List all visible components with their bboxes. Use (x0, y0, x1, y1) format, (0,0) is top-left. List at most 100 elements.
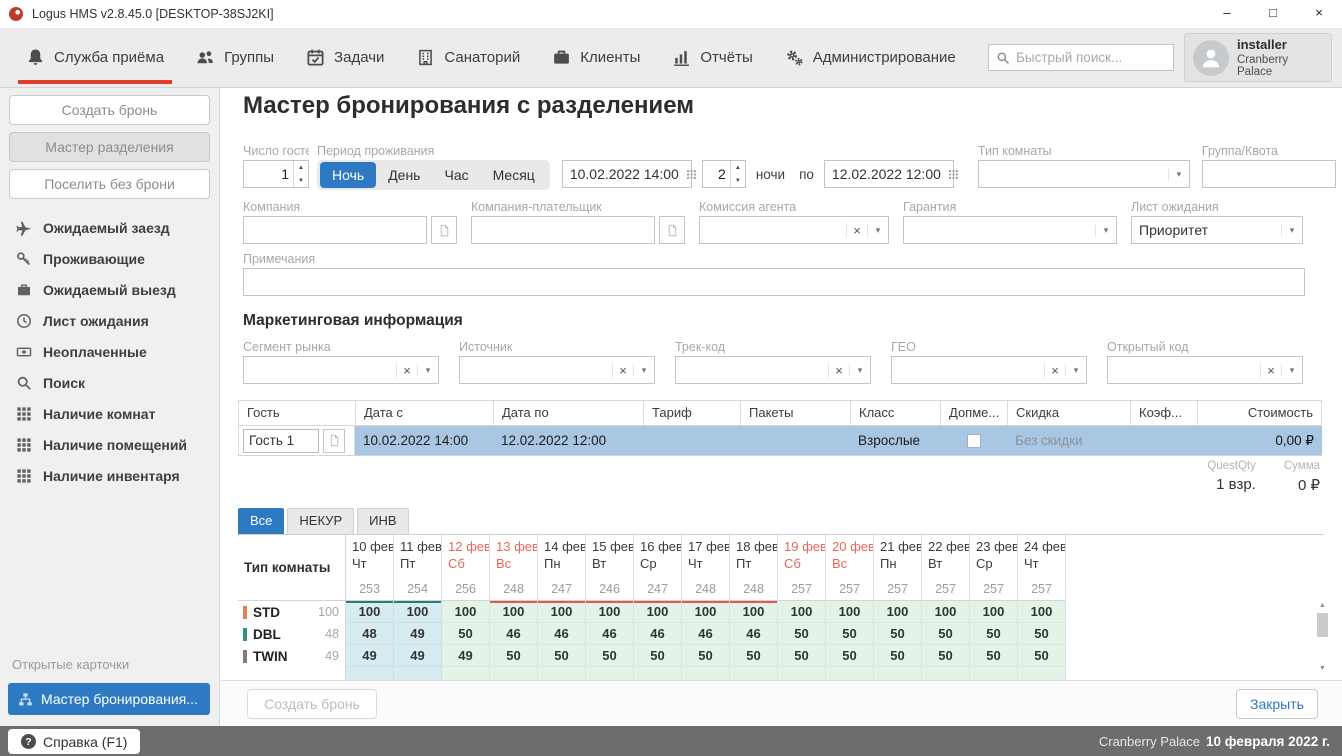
quick-search[interactable] (988, 44, 1174, 71)
nav-item-5[interactable]: Клиенты (536, 28, 656, 87)
marketing-combo-2[interactable]: ×▾ (459, 356, 655, 384)
close-wizard-button[interactable]: Закрыть (1236, 689, 1318, 719)
availability-cell[interactable]: 49 (346, 645, 394, 667)
availability-cell[interactable]: 50 (922, 623, 970, 645)
availability-cell[interactable]: 100 (394, 601, 442, 623)
guest-name-input[interactable] (243, 429, 319, 453)
availability-cell[interactable]: 50 (778, 623, 826, 645)
room-type-cell-DBL[interactable]: DBL48 (238, 623, 346, 645)
extra-bed-checkbox[interactable] (967, 434, 981, 448)
sidebar-button-2[interactable]: Мастер разделения (9, 132, 210, 162)
period-option-День[interactable]: День (376, 162, 432, 188)
availability-cell[interactable]: 50 (682, 645, 730, 667)
availability-cell[interactable]: 50 (874, 623, 922, 645)
sidebar-item-9[interactable]: Наличие инвентаря (0, 460, 219, 491)
availability-cell[interactable]: 50 (490, 645, 538, 667)
availability-cell[interactable]: 50 (1018, 645, 1066, 667)
sidebar-item-6[interactable]: Поиск (0, 367, 219, 398)
company-input[interactable] (243, 216, 427, 244)
marketing-combo-5[interactable]: ×▾ (1107, 356, 1303, 384)
nav-item-7[interactable]: Администрирование (769, 28, 972, 87)
availability-cell[interactable]: 48 (346, 623, 394, 645)
create-booking-button[interactable]: Создать бронь (247, 689, 377, 719)
open-card-booking-wizard[interactable]: Мастер бронирования... (8, 683, 210, 715)
clear-icon[interactable]: × (1260, 363, 1281, 378)
clear-icon[interactable]: × (828, 363, 849, 378)
availability-cell[interactable]: 100 (346, 601, 394, 623)
scrollbar-thumb[interactable] (1317, 613, 1328, 637)
availability-cell[interactable]: 46 (538, 623, 586, 645)
group-quota-input[interactable] (1202, 160, 1336, 188)
nav-item-3[interactable]: Задачи (290, 28, 400, 87)
availability-cell[interactable]: 46 (586, 623, 634, 645)
date-picker-grid-icon[interactable] (685, 168, 698, 181)
guests-stepper[interactable]: ▲▼ (243, 160, 309, 188)
clear-icon[interactable]: × (846, 223, 867, 238)
availability-cell[interactable]: 100 (874, 601, 922, 623)
nights-stepper[interactable]: ▲▼ (702, 160, 746, 188)
dropdown-icon[interactable]: ▾ (1168, 169, 1189, 180)
availability-tab-НЕКУР[interactable]: НЕКУР (287, 508, 354, 534)
availability-cell[interactable]: 100 (922, 601, 970, 623)
marketing-combo-3[interactable]: ×▾ (675, 356, 871, 384)
sidebar-item-4[interactable]: Лист ожидания (0, 305, 219, 336)
availability-cell[interactable]: 46 (634, 623, 682, 645)
period-option-Ночь[interactable]: Ночь (320, 162, 376, 188)
marketing-combo-4[interactable]: ×▾ (891, 356, 1087, 384)
availability-cell[interactable]: 100 (634, 601, 682, 623)
close-button[interactable]: × (1296, 0, 1342, 28)
date-from-field[interactable]: 10.02.2022 14:00 (562, 160, 692, 188)
marketing-combo-1[interactable]: ×▾ (243, 356, 439, 384)
sidebar-item-5[interactable]: Неоплаченные (0, 336, 219, 367)
availability-cell[interactable]: 49 (442, 645, 490, 667)
nav-item-1[interactable]: Служба приёма (10, 28, 180, 87)
guest-class-cell[interactable]: Взрослые (850, 426, 940, 455)
notes-input[interactable] (243, 268, 1305, 296)
minimize-button[interactable]: – (1204, 0, 1250, 28)
availability-cell[interactable]: 100 (970, 601, 1018, 623)
availability-cell[interactable]: 100 (826, 601, 874, 623)
payer-input[interactable] (471, 216, 655, 244)
guest-date-to-cell[interactable]: 12.02.2022 12:00 (493, 426, 643, 455)
clear-icon[interactable]: × (612, 363, 633, 378)
availability-cell[interactable]: 46 (490, 623, 538, 645)
company-lookup-button[interactable] (431, 216, 457, 244)
user-card[interactable]: installer Cranberry Palace (1184, 33, 1332, 82)
date-to-field[interactable]: 12.02.2022 12:00 (824, 160, 954, 188)
availability-cell[interactable]: 100 (442, 601, 490, 623)
guest-table-row[interactable]: 10.02.2022 14:00 12.02.2022 12:00 Взросл… (238, 426, 1322, 456)
sidebar-button-3[interactable]: Поселить без брони (9, 169, 210, 199)
availability-tab-Все[interactable]: Все (238, 508, 284, 534)
availability-cell[interactable]: 100 (538, 601, 586, 623)
clear-icon[interactable]: × (1044, 363, 1065, 378)
availability-cell[interactable]: 50 (922, 645, 970, 667)
guest-tariff-cell[interactable] (643, 426, 740, 455)
availability-cell[interactable]: 46 (682, 623, 730, 645)
spin-down-icon[interactable]: ▼ (294, 174, 308, 187)
availability-cell[interactable]: 50 (730, 645, 778, 667)
sidebar-item-8[interactable]: Наличие помещений (0, 429, 219, 460)
guest-date-from-cell[interactable]: 10.02.2022 14:00 (355, 426, 493, 455)
room-type-cell-TWIN[interactable]: TWIN49 (238, 645, 346, 667)
availability-cell[interactable]: 50 (442, 623, 490, 645)
waitlist-dropdown[interactable]: Приоритет ▾ (1131, 216, 1303, 244)
period-option-Месяц[interactable]: Месяц (481, 162, 547, 188)
availability-cell[interactable]: 49 (394, 623, 442, 645)
availability-cell[interactable]: 50 (538, 645, 586, 667)
dropdown-icon[interactable]: ▾ (1095, 225, 1116, 236)
sidebar-item-7[interactable]: Наличие комнат (0, 398, 219, 429)
availability-cell[interactable]: 50 (778, 645, 826, 667)
nav-item-6[interactable]: Отчёты (656, 28, 768, 87)
availability-cell[interactable]: 50 (586, 645, 634, 667)
availability-tab-ИНВ[interactable]: ИНВ (357, 508, 408, 534)
availability-cell[interactable]: 49 (394, 645, 442, 667)
guarantee-dropdown[interactable]: ▾ (903, 216, 1117, 244)
availability-cell[interactable]: 50 (634, 645, 682, 667)
scroll-down-icon[interactable]: ▼ (1315, 663, 1330, 674)
availability-cell[interactable]: 50 (874, 645, 922, 667)
availability-cell[interactable]: 50 (1018, 623, 1066, 645)
availability-cell[interactable]: 100 (730, 601, 778, 623)
sidebar-button-1[interactable]: Создать бронь (9, 95, 210, 125)
sidebar-item-1[interactable]: Ожидаемый заезд (0, 212, 219, 243)
availability-cell[interactable]: 50 (970, 645, 1018, 667)
